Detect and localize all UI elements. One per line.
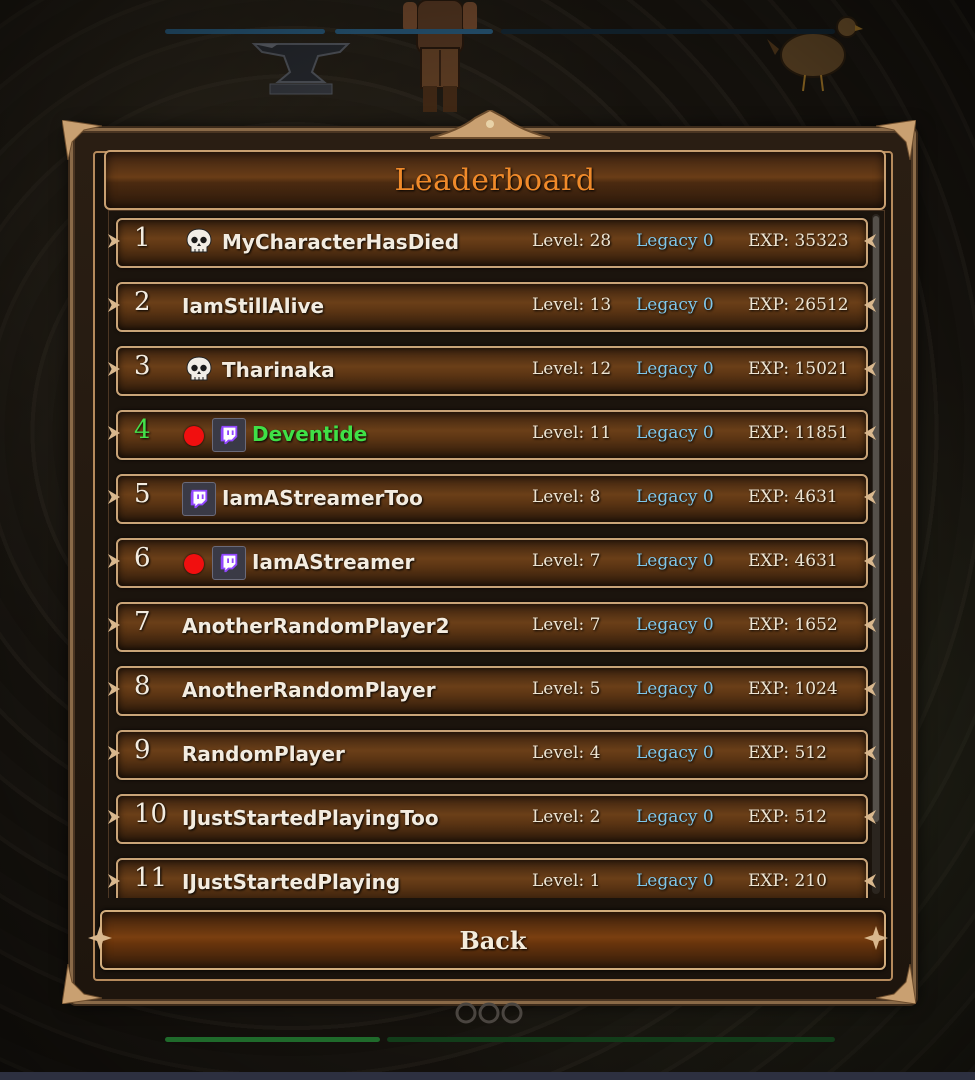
skull-icon — [186, 228, 212, 256]
player-exp: EXP: 4631 — [748, 487, 838, 507]
rank-number: 7 — [134, 607, 151, 637]
player-legacy: Legacy 0 — [636, 487, 714, 507]
rank-number: 6 — [134, 543, 151, 573]
player-exp: EXP: 1652 — [748, 615, 838, 635]
rank-number: 8 — [134, 671, 151, 701]
player-legacy: Legacy 0 — [636, 871, 714, 891]
player-exp: EXP: 512 — [748, 743, 827, 763]
back-button-label: Back — [459, 925, 527, 955]
chain-ornament-icon — [455, 1002, 523, 1024]
leaderboard-row[interactable]: 3 Tharinaka Level: 12 Legacy 0 EXP: 15021 — [116, 346, 868, 396]
player-legacy: Legacy 0 — [636, 807, 714, 827]
rank-number: 5 — [134, 479, 151, 509]
bottom-resource-bars — [165, 1037, 835, 1043]
rank-number: 3 — [134, 351, 151, 381]
player-exp: EXP: 11851 — [748, 423, 849, 443]
player-legacy: Legacy 0 — [636, 231, 714, 251]
player-legacy: Legacy 0 — [636, 423, 714, 443]
player-exp: EXP: 35323 — [748, 231, 849, 251]
bottom-bar-segment — [165, 1037, 380, 1042]
page-title: Leaderboard — [394, 162, 596, 198]
player-name: Deventide — [252, 422, 368, 446]
twitch-icon[interactable] — [182, 482, 216, 516]
player-name: IamStillAlive — [182, 294, 325, 318]
player-level: Level: 1 — [532, 871, 601, 891]
rank-number: 4 — [134, 415, 151, 445]
rank-number: 10 — [134, 799, 168, 829]
corner-ornament-icon — [876, 964, 916, 1004]
twitch-icon[interactable] — [212, 546, 246, 580]
player-legacy: Legacy 0 — [636, 551, 714, 571]
list-clip-edge — [100, 898, 890, 910]
leaderboard-row[interactable]: 10 IJustStartedPlayingToo Level: 2 Legacy 0… — [116, 794, 868, 844]
player-name: IJustStartedPlayingToo — [182, 806, 439, 830]
player-name: AnotherRandomPlayer2 — [182, 614, 450, 638]
leaderboard-row[interactable]: 6 IamAStreamer Level: 7 Legacy 0 EXP: 4631 — [116, 538, 868, 588]
player-level: Level: 28 — [532, 231, 612, 251]
crown-ornament-icon — [430, 110, 550, 139]
player-legacy: Legacy 0 — [636, 679, 714, 699]
bottom-bar-segment — [387, 1037, 835, 1042]
player-level: Level: 2 — [532, 807, 601, 827]
player-exp: EXP: 4631 — [748, 551, 838, 571]
title-bar: Leaderboard — [104, 150, 886, 210]
leaderboard-row[interactable]: 4 Deventide Level: 11 Legacy 0 EXP: 11851 — [116, 410, 868, 460]
player-legacy: Legacy 0 — [636, 743, 714, 763]
back-button[interactable]: Back — [100, 910, 886, 970]
live-indicator-icon — [184, 426, 204, 446]
player-name: IamAStreamer — [252, 550, 415, 574]
player-exp: EXP: 512 — [748, 807, 827, 827]
player-level: Level: 11 — [532, 423, 612, 443]
player-name: Tharinaka — [222, 358, 335, 382]
rank-number: 2 — [134, 287, 151, 317]
rank-number: 11 — [134, 863, 168, 893]
leaderboard-row[interactable]: 8 AnotherRandomPlayer Level: 5 Legacy 0 EXP:… — [116, 666, 868, 716]
player-name: RandomPlayer — [182, 742, 345, 766]
player-level: Level: 8 — [532, 487, 601, 507]
player-legacy: Legacy 0 — [636, 295, 714, 315]
player-name: MyCharacterHasDied — [222, 230, 460, 254]
fleur-ornament-icon — [88, 926, 112, 950]
corner-ornament-icon — [62, 120, 102, 160]
live-indicator-icon — [184, 554, 204, 574]
player-legacy: Legacy 0 — [636, 359, 714, 379]
leaderboard-row[interactable]: 7 AnotherRandomPlayer2 Level: 7 Legacy 0 EXP… — [116, 602, 868, 652]
player-legacy: Legacy 0 — [636, 615, 714, 635]
leaderboard-row[interactable]: 5 IamAStreamerToo Level: 8 Legacy 0 EXP: 463… — [116, 474, 868, 524]
player-level: Level: 12 — [532, 359, 612, 379]
player-exp: EXP: 210 — [748, 871, 827, 891]
player-level: Level: 4 — [532, 743, 601, 763]
corner-ornament-icon — [62, 964, 102, 1004]
leaderboard-row[interactable]: 1 MyCharacterHasDied Level: 28 Legacy 0 EXP:… — [116, 218, 868, 268]
twitch-icon[interactable] — [212, 418, 246, 452]
scrollbar-thumb[interactable] — [873, 216, 879, 822]
skull-icon — [186, 356, 212, 384]
player-exp: EXP: 15021 — [748, 359, 849, 379]
player-level: Level: 13 — [532, 295, 612, 315]
player-name: IJustStartedPlaying — [182, 870, 401, 894]
rank-number: 9 — [134, 735, 151, 765]
bottom-strip — [0, 1072, 975, 1080]
player-name: IamAStreamerToo — [222, 486, 423, 510]
leaderboard-row[interactable]: 9 RandomPlayer Level: 4 Legacy 0 EXP: 512 — [116, 730, 868, 780]
player-exp: EXP: 26512 — [748, 295, 849, 315]
fleur-ornament-icon — [864, 926, 888, 950]
player-exp: EXP: 1024 — [748, 679, 838, 699]
rank-number: 1 — [134, 223, 151, 253]
leaderboard-row[interactable]: 2 IamStillAlive Level: 13 Legacy 0 EXP: 2651… — [116, 282, 868, 332]
player-level: Level: 5 — [532, 679, 601, 699]
player-level: Level: 7 — [532, 615, 601, 635]
player-name: AnotherRandomPlayer — [182, 678, 436, 702]
player-level: Level: 7 — [532, 551, 601, 571]
